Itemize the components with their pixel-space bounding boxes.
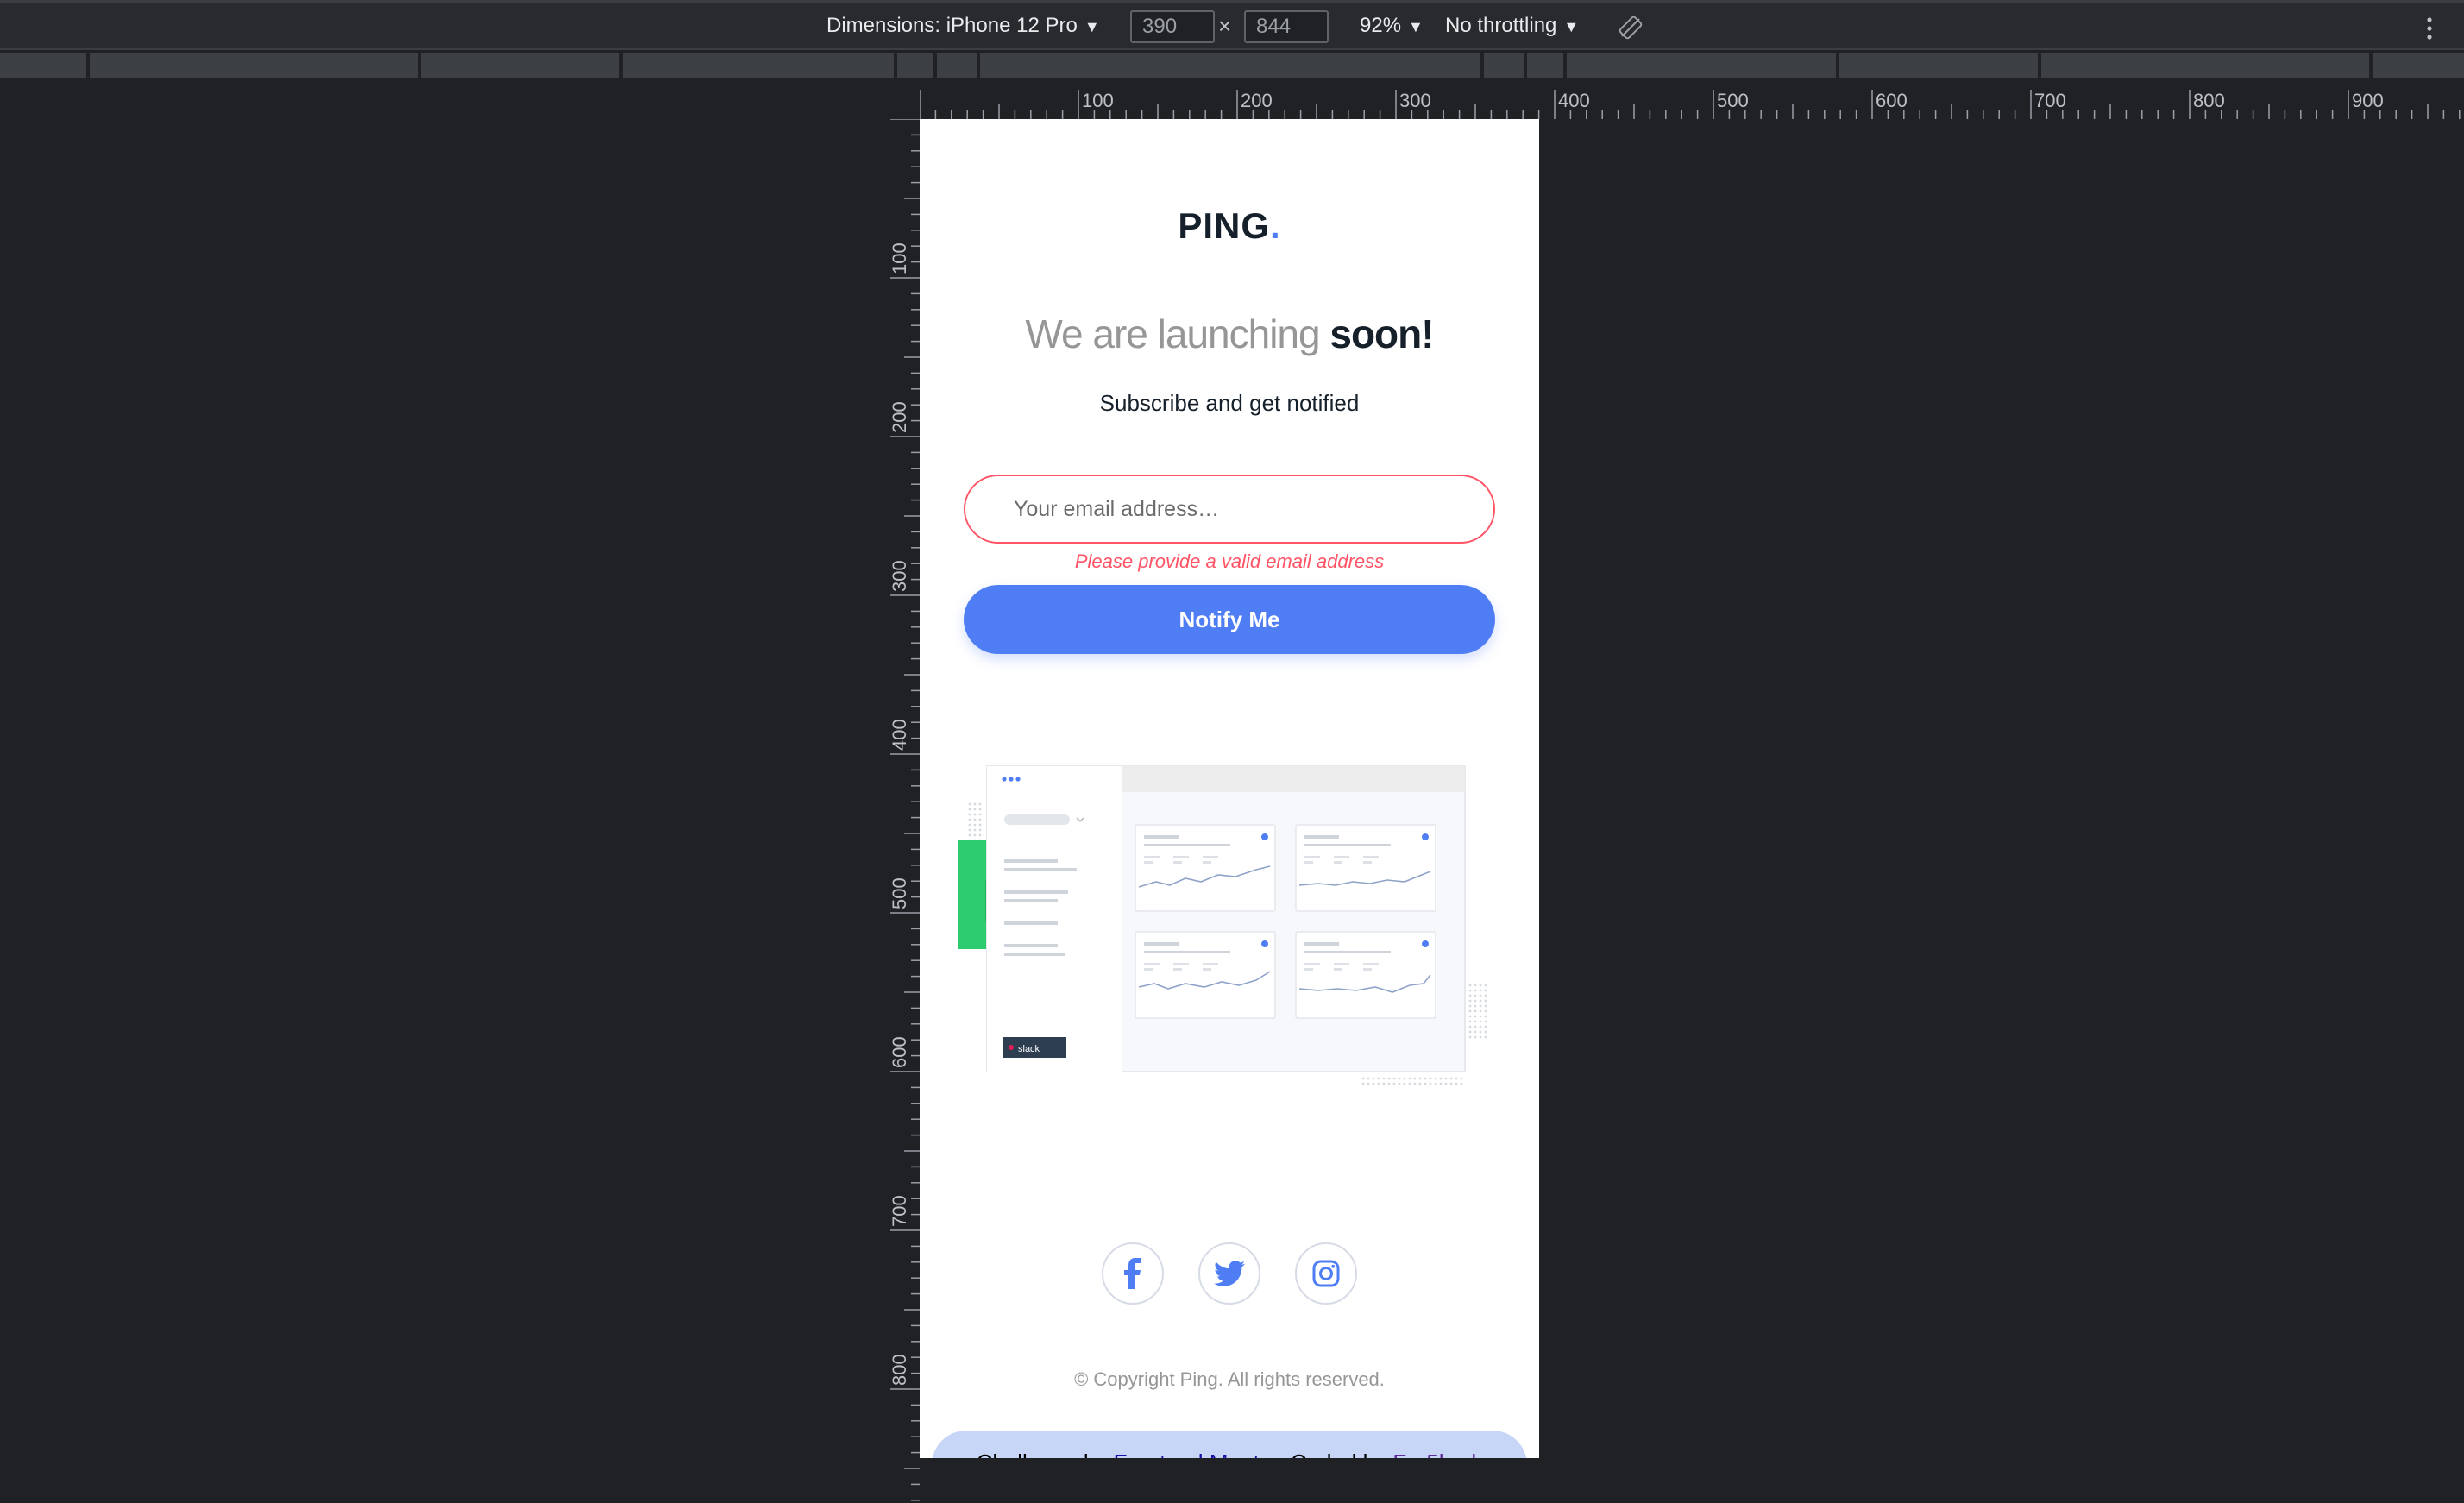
dashboard-card [1135, 931, 1276, 1019]
ruler-label: 500 [1717, 90, 1749, 111]
logo-dot: . [1270, 205, 1281, 246]
rotate-icon[interactable] [1618, 15, 1644, 41]
chevron-down-icon: ▼ [1084, 18, 1100, 35]
notify-me-button[interactable]: Notify Me [964, 585, 1495, 654]
zoom-dropdown[interactable]: 92% ▼ [1360, 14, 1424, 38]
copyright-text: © Copyright Ping. All rights reserved. [1074, 1368, 1385, 1390]
media-query-segment[interactable] [1839, 53, 2038, 78]
media-query-segment[interactable] [1484, 53, 1524, 78]
dashboard-illustration: slack [958, 765, 1487, 1085]
attribution-middle: . Coded by [1278, 1450, 1392, 1458]
media-query-segment[interactable] [421, 53, 619, 78]
ruler-label: 600 [889, 1036, 910, 1068]
dashboard-card [1295, 931, 1436, 1019]
zoom-label: 92% [1360, 14, 1402, 37]
media-query-segment[interactable] [0, 53, 86, 78]
ruler-label: 300 [889, 560, 910, 592]
author-link[interactable]: Far5had [1392, 1450, 1476, 1458]
twitter-icon [1214, 1261, 1245, 1286]
chevron-down-icon: ▼ [1408, 18, 1424, 35]
more-options-icon[interactable] [2426, 16, 2433, 41]
media-query-segment[interactable] [90, 53, 418, 78]
attribution-prefix: Challenge by [977, 1450, 1114, 1458]
media-query-segment[interactable] [623, 53, 894, 78]
instagram-icon [1312, 1260, 1340, 1287]
subtitle: Subscribe and get notified [1099, 390, 1360, 416]
social-links [920, 1242, 1539, 1308]
media-query-segment[interactable] [1567, 53, 1836, 78]
ruler-label: 900 [2352, 90, 2384, 111]
ruler-label: 700 [889, 1195, 910, 1227]
ruler-label: 400 [889, 719, 910, 751]
ruler-label: 800 [2193, 90, 2225, 111]
throttling-label: No throttling [1445, 14, 1557, 37]
facebook-icon [1124, 1258, 1141, 1289]
ruler-label: 200 [889, 401, 910, 433]
chevron-down-icon: ▼ [1563, 18, 1580, 35]
ruler-label: 300 [1399, 90, 1431, 111]
illustration-green-block [958, 840, 989, 949]
media-query-segment[interactable] [2041, 53, 2369, 78]
media-query-bar [0, 52, 2464, 79]
ruler-label: 800 [889, 1354, 910, 1386]
vertical-ruler: 100 200 300 400 500 600 700 800 [889, 119, 920, 1501]
viewport-width-input[interactable] [1130, 10, 1215, 43]
attribution-bar: Challenge by Frontend Mentor. Coded by F… [932, 1431, 1527, 1458]
ruler-label: 100 [1082, 90, 1114, 111]
ruler-label: 400 [1558, 90, 1590, 111]
devtools-toolbar: Dimensions: iPhone 12 Pro ▼ × 92% ▼ No thr… [0, 0, 2464, 50]
instagram-link[interactable] [1295, 1242, 1357, 1305]
ruler-label: 700 [2034, 90, 2066, 111]
media-query-segment[interactable] [1527, 53, 1563, 78]
ruler-label: 500 [889, 877, 910, 909]
viewport-height-input[interactable] [1244, 10, 1329, 43]
slack-badge-text: slack [1018, 1044, 1040, 1054]
headline-light: We are launching [1025, 311, 1330, 356]
throttling-dropdown[interactable]: No throttling ▼ [1445, 14, 1579, 38]
twitter-link[interactable] [1198, 1242, 1260, 1305]
device-dimensions-label: Dimensions: iPhone 12 Pro [827, 14, 1078, 37]
ruler-label: 600 [1876, 90, 1908, 111]
frontend-mentor-link[interactable]: Frontend Mentor [1114, 1450, 1279, 1458]
headline-strong: soon! [1329, 311, 1434, 356]
ruler-label: 100 [889, 242, 910, 274]
media-query-segment[interactable] [937, 53, 977, 78]
ping-logo: PING. [920, 205, 1539, 247]
facebook-link[interactable] [1102, 1242, 1164, 1305]
media-query-segment[interactable] [980, 53, 1480, 78]
times-icon: × [1218, 13, 1232, 39]
logo-text: PING [1178, 205, 1270, 246]
email-field[interactable] [964, 475, 1495, 544]
media-query-segment[interactable] [897, 53, 933, 78]
media-query-segment[interactable] [2373, 53, 2464, 78]
attribution-suffix: . [1476, 1450, 1482, 1458]
dashboard-card [1295, 824, 1436, 912]
device-viewport: PING. We are launching soon! Subscribe a… [920, 119, 1539, 1458]
ruler-label: 200 [1241, 90, 1273, 111]
device-dimensions-dropdown[interactable]: Dimensions: iPhone 12 Pro ▼ [827, 14, 1100, 38]
dashboard-card [1135, 824, 1276, 912]
page-title: We are launching soon! [920, 311, 1539, 357]
horizontal-ruler: 100 200 300 400 500 600 700 800 900 [920, 90, 2461, 119]
email-error-message: Please provide a valid email address [1074, 550, 1385, 572]
